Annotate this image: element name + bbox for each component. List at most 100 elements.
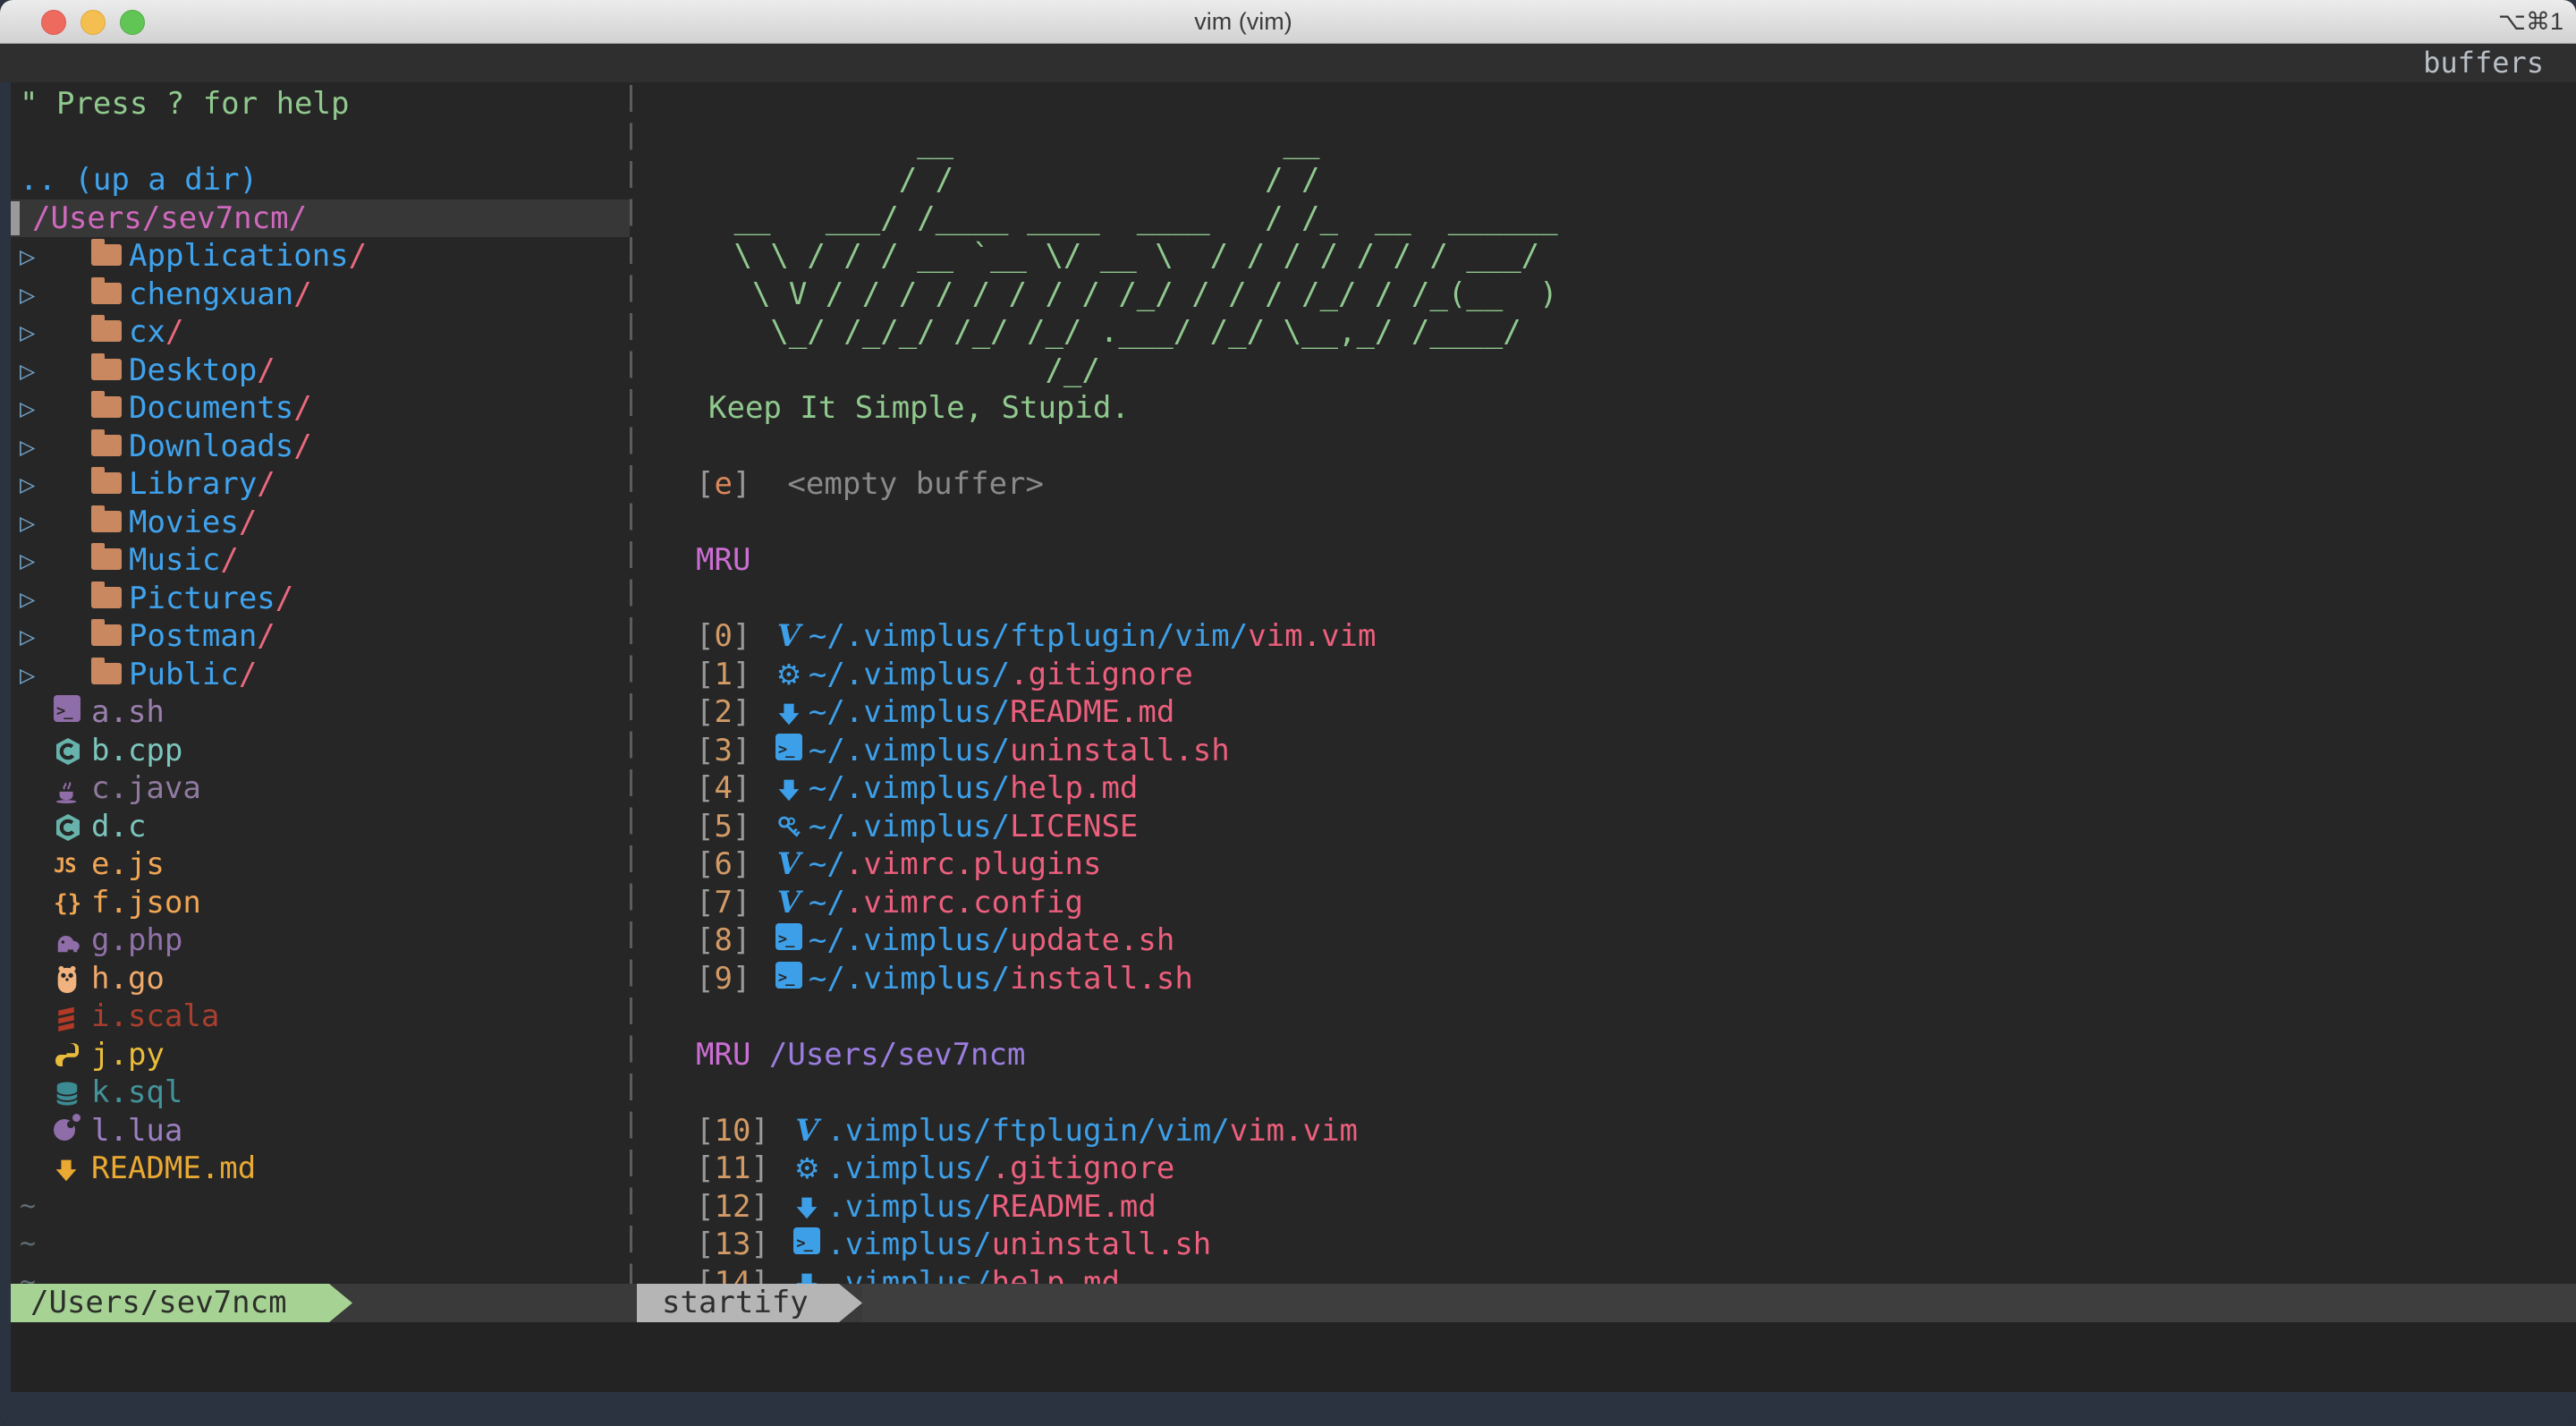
tree-row-dir[interactable]: ▷ Pictures/	[11, 580, 630, 618]
tree-row-file[interactable]: JS e.js	[11, 845, 630, 884]
bracket-close: ]	[750, 1188, 788, 1225]
tree-row-dir[interactable]: ▷ Movies/	[11, 504, 630, 542]
chevron-right-icon[interactable]: ▷	[11, 313, 91, 352]
mru-entry[interactable]: [1] ⚙ ~/.vimplus/.gitignore	[637, 656, 2576, 694]
mru-entry[interactable]: [4] ~/.vimplus/help.md	[637, 769, 2576, 808]
bracket-close: ]	[750, 1150, 788, 1186]
mru-entry[interactable]: [2] ~/.vimplus/README.md	[637, 693, 2576, 732]
chevron-right-icon[interactable]: ▷	[11, 580, 91, 618]
chevron-right-icon[interactable]: ▷	[11, 237, 91, 276]
tree-row-file[interactable]: README.md	[11, 1150, 630, 1188]
mru-entry[interactable]: [14] .vimplus/help.md	[637, 1264, 2576, 1285]
nerdtree-dir-list: ▷ Applications/▷ chengxuan/▷ cx/▷ Desktop/▷ D…	[11, 237, 630, 693]
tree-row-file[interactable]: h.go	[11, 960, 630, 998]
nerdtree-cwd-row[interactable]: /Users/sev7ncm/	[11, 199, 630, 237]
chevron-right-icon[interactable]: ▷	[11, 352, 91, 390]
vim-command-line	[11, 1322, 2576, 1392]
bracket-open: [	[696, 1264, 715, 1285]
chevron-right-icon[interactable]: ▷	[11, 541, 91, 580]
nerdtree-pane: " Press ? for help .. (up a dir) /Users/…	[11, 85, 630, 1284]
tree-row-dir[interactable]: ▷ chengxuan/	[11, 276, 630, 314]
folder-icon	[91, 315, 122, 342]
chevron-right-icon[interactable]: ▷	[11, 428, 91, 466]
mru-entry[interactable]: [11] ⚙ .vimplus/.gitignore	[637, 1150, 2576, 1188]
tree-row-file[interactable]: j.py	[11, 1036, 630, 1074]
chevron-right-icon[interactable]: ▷	[11, 276, 91, 314]
entry-number: 5	[714, 808, 733, 845]
entry-dir-path: ~/	[808, 884, 845, 921]
tree-row-dir[interactable]: ▷ Applications/	[11, 237, 630, 276]
chevron-right-icon[interactable]: ▷	[11, 504, 91, 542]
entry-number: 13	[714, 1227, 751, 1262]
tree-row-file[interactable]: {} f.json	[11, 884, 630, 922]
blank-row	[637, 504, 2576, 542]
bracket-close: ]	[750, 1264, 788, 1285]
tree-row-file[interactable]: l.lua	[11, 1112, 630, 1150]
window-left-padding	[0, 82, 11, 1392]
bracket-open: [	[696, 1227, 715, 1262]
database-icon	[55, 1082, 79, 1106]
tree-row-file[interactable]: c.java	[11, 769, 630, 808]
entry-number: 6	[714, 846, 733, 882]
tree-row-dir[interactable]: ▷ Downloads/	[11, 428, 630, 466]
mru-entry[interactable]: [12] .vimplus/README.md	[637, 1188, 2576, 1227]
startify-sections: MRU[0] V ~/.vimplus/ftplugin/vim/vim.vim[…	[637, 541, 2576, 1284]
tree-row-dir[interactable]: ▷ Postman/	[11, 617, 630, 656]
nerdtree-file-list: a.shb.cppc.javad.c JS e.js {} f.jsong.phph.g…	[11, 692, 630, 1188]
dir-name: cx	[129, 314, 165, 350]
dir-slash: /	[257, 466, 275, 502]
bracket-close: ]	[732, 960, 769, 997]
markdown-down-arrow-icon	[55, 1159, 77, 1181]
bracket-close: ]	[732, 808, 769, 845]
folder-icon	[91, 467, 122, 494]
mru-entry[interactable]: [8] ~/.vimplus/update.sh	[637, 921, 2576, 960]
entry-file-name: uninstall.sh	[991, 1227, 1212, 1262]
mru-entry[interactable]: [0] V ~/.vimplus/ftplugin/vim/vim.vim	[637, 617, 2576, 656]
mru-entry[interactable]: [5] ~/.vimplus/LICENSE	[637, 808, 2576, 846]
mru-entry[interactable]: [3] ~/.vimplus/uninstall.sh	[637, 731, 2576, 770]
tree-row-file[interactable]: a.sh	[11, 692, 630, 732]
tree-row-dir[interactable]: ▷ Public/	[11, 656, 630, 694]
mru-entry[interactable]: [7] V ~/.vimrc.config	[637, 884, 2576, 922]
dir-name: Pictures	[129, 580, 275, 616]
chevron-right-icon[interactable]: ▷	[11, 389, 91, 428]
empty-buffer-label: <empty buffer>	[787, 466, 1044, 502]
nerdtree-up-dir[interactable]: .. (up a dir)	[11, 161, 630, 199]
chevron-right-icon[interactable]: ▷	[11, 617, 91, 656]
mru-entry[interactable]: [13] .vimplus/uninstall.sh	[637, 1225, 2576, 1264]
tree-row-dir[interactable]: ▷ Music/	[11, 541, 630, 580]
tree-row-file[interactable]: d.c	[11, 808, 630, 846]
tree-row-dir[interactable]: ▷ Documents/	[11, 389, 630, 428]
tree-row-file[interactable]: k.sql	[11, 1074, 630, 1112]
dir-slash: /	[257, 352, 275, 388]
bracket-open: [	[696, 466, 715, 502]
mru-entry[interactable]: [10] V .vimplus/ftplugin/vim/vim.vim	[637, 1112, 2576, 1150]
bracket-open: [	[696, 732, 715, 768]
dir-name: Downloads	[129, 428, 294, 464]
mru-entry[interactable]: [9] ~/.vimplus/install.sh	[637, 959, 2576, 998]
chevron-right-icon[interactable]: ▷	[11, 465, 91, 504]
blank-row	[637, 428, 2576, 466]
folder-icon	[91, 276, 122, 304]
tree-row-dir[interactable]: ▷ Desktop/	[11, 352, 630, 390]
tree-row-file[interactable]: i.scala	[11, 997, 630, 1036]
entry-dir-path: .vimplus/	[826, 1264, 992, 1285]
tab-buffers[interactable]: buffers	[2423, 44, 2544, 82]
chevron-right-icon[interactable]: ▷	[11, 656, 91, 694]
tree-row-file[interactable]: b.cpp	[11, 732, 630, 770]
mru-entry[interactable]: [6] V ~/.vimrc.plugins	[637, 845, 2576, 884]
bracket-close: ]	[732, 694, 769, 730]
lua-moon-icon	[54, 1112, 82, 1141]
folder-icon	[91, 429, 122, 456]
startify-empty-buffer-row[interactable]: [e] <empty buffer>	[637, 465, 2576, 504]
tree-row-dir[interactable]: ▷ Library/	[11, 465, 630, 504]
window-split-separator[interactable]	[630, 85, 632, 1284]
empty-buffer-key: e	[714, 466, 733, 502]
entry-dir-path: ~/.vimplus/	[808, 656, 1011, 692]
tree-row-file[interactable]: g.php	[11, 921, 630, 960]
entry-number: 0	[714, 618, 733, 654]
file-name: i.scala	[91, 998, 220, 1034]
entry-file-name: README.md	[1010, 694, 1175, 730]
dir-name: Library	[129, 466, 258, 502]
tree-row-dir[interactable]: ▷ cx/	[11, 313, 630, 352]
